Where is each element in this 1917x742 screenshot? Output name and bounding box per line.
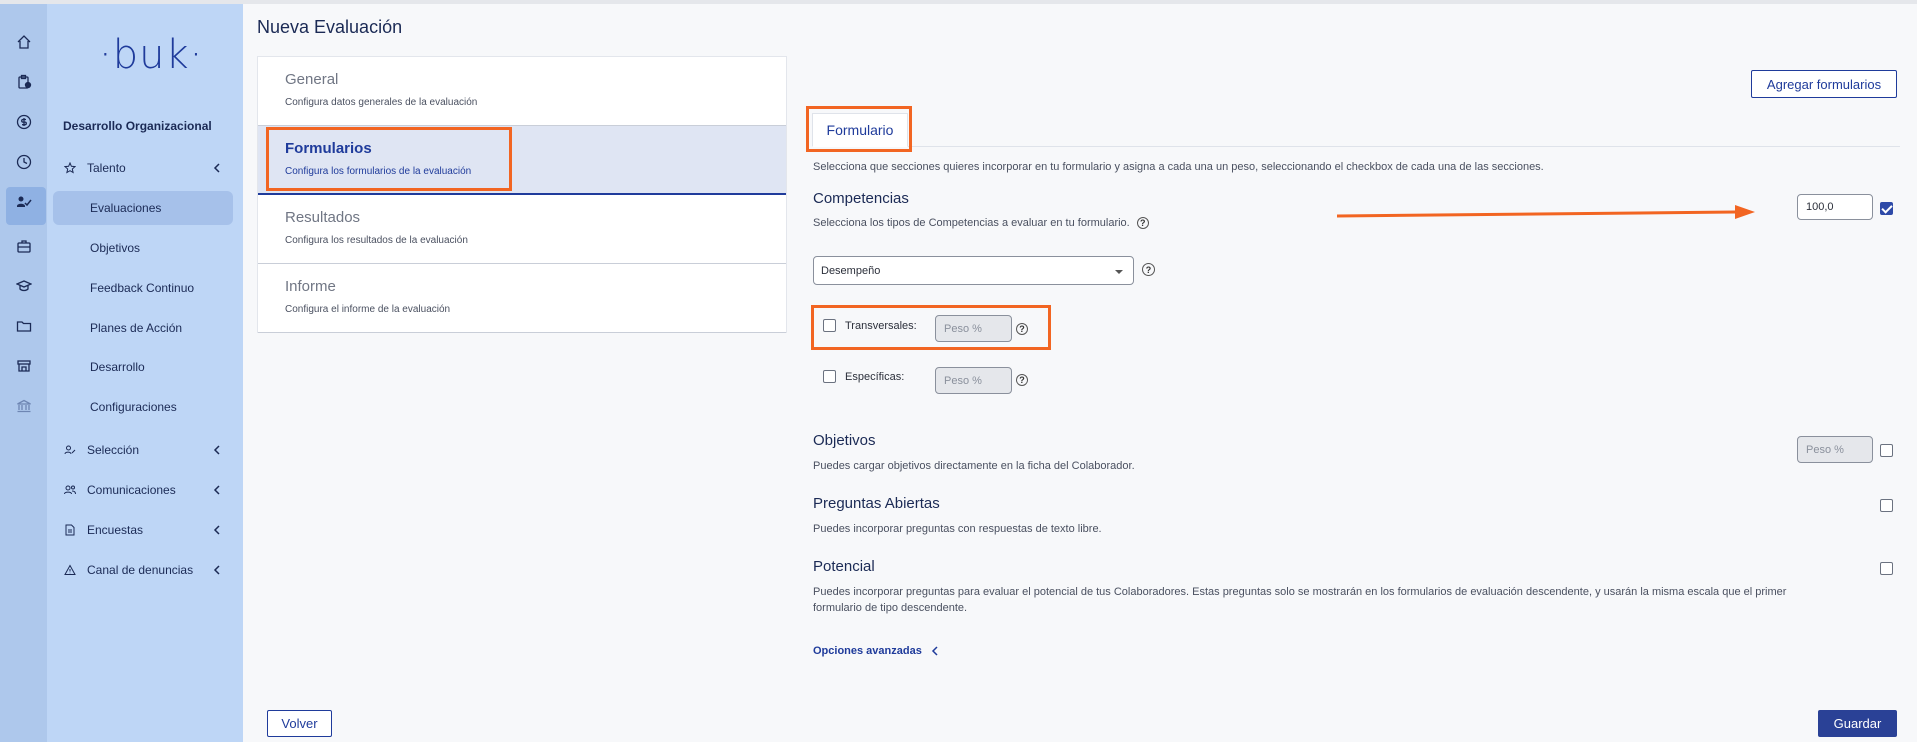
step-title: Formularios (285, 140, 372, 157)
clipboard-icon[interactable] (13, 71, 35, 93)
transversales-label: Transversales: (845, 320, 917, 332)
page-title: Nueva Evaluación (257, 17, 403, 37)
help-icon[interactable]: ? (1016, 323, 1028, 335)
step-desc: Configura los resultados de la evaluació… (285, 235, 468, 246)
sidebar-item-comunicaciones[interactable]: Comunicaciones (63, 479, 231, 501)
help-icon[interactable]: ? (1016, 374, 1028, 386)
warning-icon (63, 563, 77, 577)
select-value: Desempeño (821, 264, 881, 277)
store-icon[interactable] (13, 355, 35, 377)
sidebar-item-label: Talento (87, 161, 126, 175)
tab-divider (813, 146, 1900, 147)
objetivos-checkbox[interactable] (1880, 444, 1893, 457)
especificas-checkbox[interactable] (823, 370, 836, 383)
steps-panel: General Configura datos generales de la … (257, 56, 787, 333)
competencias-type-select[interactable]: Desempeño (813, 256, 1134, 285)
sidebar-item-label: Encuestas (87, 523, 144, 537)
transversales-checkbox[interactable] (823, 319, 836, 332)
graduation-icon[interactable] (13, 275, 35, 297)
sidebar-item-configuraciones[interactable]: Configuraciones (53, 390, 233, 424)
step-title: General (285, 71, 339, 88)
help-icon[interactable]: ? (1142, 263, 1155, 276)
sidebar-item-denuncias[interactable]: Canal de denuncias (63, 559, 231, 581)
people-icon[interactable] (13, 191, 35, 213)
intro-text: Selecciona que secciones quieres incorpo… (813, 161, 1544, 173)
sidebar-item-objetivos[interactable]: Objetivos (53, 231, 233, 265)
advanced-options-link[interactable]: Opciones avanzadas (813, 645, 939, 657)
objetivos-title: Objetivos (813, 432, 876, 449)
sidebar: ·buk· Desarrollo Organizacional Talento … (47, 4, 243, 742)
chevron-left-icon (931, 646, 938, 656)
competencias-title: Competencias (813, 190, 909, 207)
preguntas-title: Preguntas Abiertas (813, 495, 940, 512)
chevron-left-icon (213, 163, 220, 173)
preguntas-checkbox[interactable] (1880, 499, 1893, 512)
org-title: Desarrollo Organizacional (63, 119, 212, 133)
sidebar-item-evaluaciones[interactable]: Evaluaciones (53, 191, 233, 225)
sidebar-item-label: Comunicaciones (87, 483, 176, 497)
step-desc: Configura el informe de la evaluación (285, 304, 451, 315)
potencial-checkbox[interactable] (1880, 562, 1893, 575)
bank-icon[interactable] (13, 395, 35, 417)
clock-icon[interactable] (13, 151, 35, 173)
home-icon[interactable] (13, 31, 35, 53)
sidebar-item-label: Canal de denuncias (87, 563, 194, 577)
step-general[interactable]: General Configura datos generales de la … (258, 57, 786, 126)
sidebar-item-seleccion[interactable]: Selección (63, 439, 231, 461)
objetivos-desc: Puedes cargar objetivos directamente en … (813, 460, 1135, 472)
step-informe[interactable]: Informe Configura el informe de la evalu… (258, 264, 786, 333)
potencial-title: Potencial (813, 558, 875, 575)
especificas-label: Específicas: (845, 371, 905, 383)
especificas-weight-input[interactable]: Peso % (935, 367, 1012, 394)
objetivos-weight-input[interactable]: Peso % (1797, 436, 1873, 463)
icon-rail (0, 4, 47, 742)
potencial-desc-line2: formulario de tipo descendente. (813, 602, 968, 614)
user-edit-icon (63, 443, 77, 457)
add-forms-button[interactable]: Agregar formularios (1751, 70, 1897, 98)
document-icon (63, 523, 77, 537)
top-border (0, 0, 1917, 4)
sidebar-item-planes[interactable]: Planes de Acción (53, 311, 233, 345)
briefcase-icon[interactable] (13, 235, 35, 257)
advanced-options-label: Opciones avanzadas (813, 645, 922, 657)
chevron-left-icon (213, 565, 220, 575)
step-formularios[interactable]: Formularios Configura los formularios de… (258, 126, 786, 195)
sidebar-item-encuestas[interactable]: Encuestas (63, 519, 231, 541)
dollar-icon[interactable] (13, 111, 35, 133)
step-resultados[interactable]: Resultados Configura los resultados de l… (258, 195, 786, 264)
save-button[interactable]: Guardar (1818, 710, 1897, 737)
help-icon[interactable]: ? (1136, 217, 1149, 229)
buk-logo[interactable]: ·buk· (99, 32, 203, 78)
sidebar-item-talento[interactable]: Talento (63, 157, 231, 179)
competencias-checkbox[interactable] (1880, 202, 1893, 215)
preguntas-desc: Puedes incorporar preguntas con respuest… (813, 523, 1102, 535)
chevron-left-icon (213, 445, 220, 455)
chevron-left-icon (213, 525, 220, 535)
users-icon (63, 483, 77, 497)
annotation-arrow (1337, 205, 1755, 219)
sidebar-item-label: Selección (87, 443, 140, 457)
star-icon (63, 161, 77, 175)
step-title: Informe (285, 278, 336, 295)
sidebar-item-desarrollo[interactable]: Desarrollo (53, 350, 233, 384)
folder-icon[interactable] (13, 315, 35, 337)
step-desc: Configura los formularios de la evaluaci… (285, 166, 472, 177)
competencias-desc-text: Selecciona los tipos de Competencias a e… (813, 217, 1130, 229)
potencial-desc-line1: Puedes incorporar preguntas para evaluar… (813, 586, 1787, 598)
competencias-desc: Selecciona los tipos de Competencias a e… (813, 217, 1149, 229)
step-title: Resultados (285, 209, 361, 226)
transversales-weight-input[interactable]: Peso % (935, 315, 1012, 342)
competencias-weight-input[interactable]: 100,0 (1797, 194, 1873, 220)
back-button[interactable]: Volver (267, 710, 332, 737)
tab-formulario[interactable]: Formulario (812, 113, 908, 147)
chevron-left-icon (213, 485, 220, 495)
sidebar-item-feedback[interactable]: Feedback Continuo (53, 271, 233, 305)
step-desc: Configura datos generales de la evaluaci… (285, 97, 478, 108)
caret-down-icon (1115, 270, 1123, 274)
